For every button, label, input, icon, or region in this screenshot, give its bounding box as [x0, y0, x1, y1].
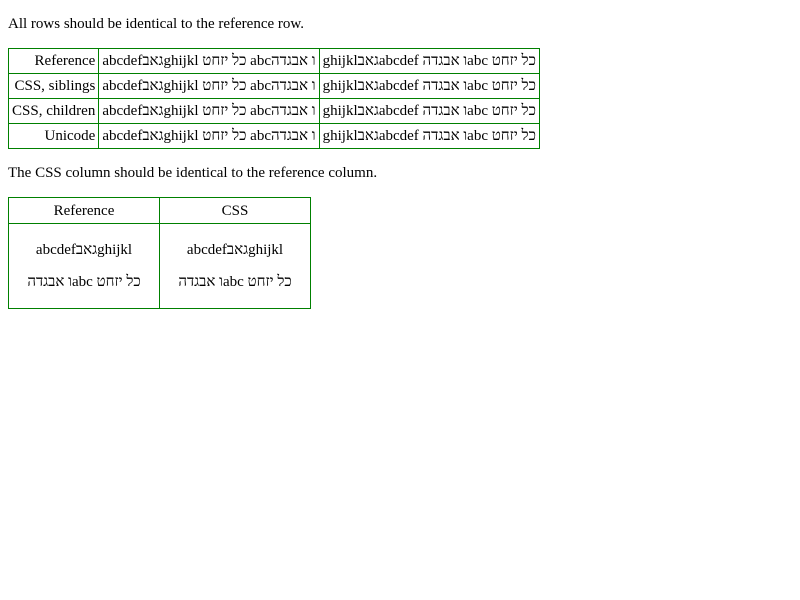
page: All rows should be identical to the refe… [7, 0, 792, 309]
header-reference: Reference [8, 197, 160, 224]
cell-second: כל יזחט abcו אבגדה abcdefגאבghijkl [318, 48, 540, 74]
cell-text: כל יזחט abcו אבגדה abcdefגאבghijkl [322, 53, 536, 69]
comparison-table: Reference abcdefגאבghijkl כל יזחט abcו א… [7, 48, 540, 149]
cell-text: כל יזחט abcו אבגדה abcdefגאבghijkl [322, 128, 536, 144]
cell-text: abcdefגאבghijkl כל יזחט abcו אבגדה [102, 103, 316, 119]
row-label-unicode: Unicode [7, 123, 100, 149]
cell-text: abcdefגאבghijkl כל יזחט abcו אבגדה [102, 128, 316, 144]
cell-text: כל יזחט abcו אבגדה abcdefגאבghijkl [322, 78, 536, 94]
cell-first: abcdefגאבghijkl כל יזחט abcו אבגדה [98, 123, 320, 149]
css-cell: abcdefגאבghijkl כל יזחט abcו אבגדה [159, 223, 311, 309]
reference-line-2: כל יזחט abcו אבגדה [27, 274, 141, 290]
row-label-css-children: CSS, children [7, 98, 100, 124]
cell-first: abcdefגאבghijkl כל יזחט abcו אבגדה [98, 98, 320, 124]
cell-text: כל יזחט abcו אבגדה abcdefגאבghijkl [322, 103, 536, 119]
rows-identical-note: All rows should be identical to the refe… [8, 16, 305, 32]
row-label-css-siblings: CSS, siblings [7, 73, 100, 99]
cell-second: כל יזחט abcו אבגדה abcdefגאבghijkl [318, 123, 540, 149]
table-row: abcdefגאבghijkl כל יזחט abcו אבגדה abcde… [8, 223, 311, 309]
cell-text: abcdefגאבghijkl כל יזחט abcו אבגדה [102, 53, 316, 69]
table-row: Reference abcdefגאבghijkl כל יזחט abcו א… [7, 48, 540, 74]
cell-first: abcdefגאבghijkl כל יזחט abcו אבגדה [98, 73, 320, 99]
column-comparison-table: Reference CSS abcdefגאבghijkl כל יזחט ab… [8, 197, 311, 309]
table-header-row: Reference CSS [8, 197, 311, 224]
table-row: CSS, siblings abcdefגאבghijkl כל יזחט ab… [7, 73, 540, 99]
css-line-2: כל יזחט abcו אבגדה [178, 274, 292, 290]
cell-second: כל יזחט abcו אבגדה abcdefגאבghijkl [318, 73, 540, 99]
row-label-reference: Reference [7, 48, 100, 74]
header-css: CSS [159, 197, 311, 224]
table-row: Unicode abcdefגאבghijkl כל יזחט abcו אבג… [7, 123, 540, 149]
column-identical-note: The CSS column should be identical to th… [8, 165, 378, 181]
cell-first: abcdefגאבghijkl כל יזחט abcו אבגדה [98, 48, 320, 74]
reference-cell: abcdefגאבghijkl כל יזחט abcו אבגדה [8, 223, 160, 309]
css-line-1: abcdefגאבghijkl [186, 242, 284, 258]
cell-second: כל יזחט abcו אבגדה abcdefגאבghijkl [318, 98, 540, 124]
table-row: CSS, children abcdefגאבghijkl כל יזחט ab… [7, 98, 540, 124]
reference-line-1: abcdefגאבghijkl [35, 242, 133, 258]
cell-text: abcdefגאבghijkl כל יזחט abcו אבגדה [102, 78, 316, 94]
